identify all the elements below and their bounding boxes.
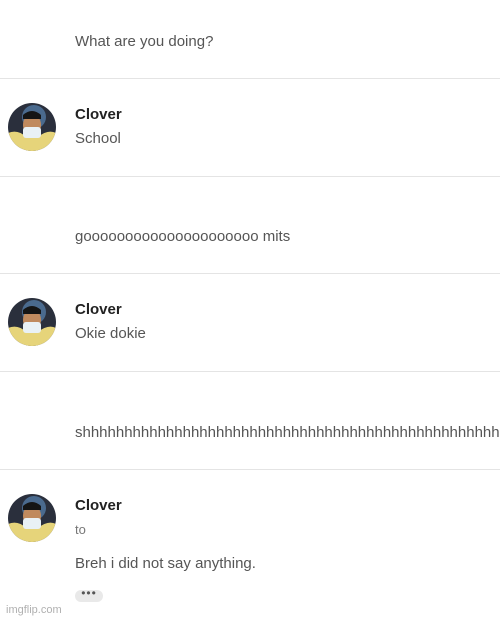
avatar[interactable] (8, 298, 56, 346)
avatar[interactable] (8, 103, 56, 151)
message-text: Breh i did not say anything. (75, 555, 256, 572)
sender-name[interactable]: Clover (75, 106, 122, 123)
watermark: imgflip.com (6, 604, 62, 616)
sender-name[interactable]: Clover (75, 301, 122, 318)
message-item: Clover School (0, 79, 500, 176)
message-item: shhhhhhhhhhhhhhhhhhhhhhhhhhhhhhhhhhhhhhh… (0, 372, 500, 469)
message-item: gooooooooooooooooooooo mits (0, 177, 500, 273)
message-text: What are you doing? (75, 33, 214, 50)
avatar-image (8, 298, 56, 346)
message-item: Clover Okie dokie (0, 274, 500, 371)
avatar[interactable] (8, 494, 56, 542)
message-text: Okie dokie (75, 325, 146, 342)
message-item: What are you doing? (0, 0, 500, 78)
more-options-button[interactable]: ••• (75, 587, 103, 602)
message-text: School (75, 130, 121, 147)
avatar-image (8, 494, 56, 542)
recipient-label: to (75, 522, 86, 537)
message-item: Clover to Breh i did not say anything. •… (0, 470, 500, 620)
sender-name[interactable]: Clover (75, 497, 122, 514)
message-text: shhhhhhhhhhhhhhhhhhhhhhhhhhhhhhhhhhhhhhh… (75, 424, 500, 441)
message-text: gooooooooooooooooooooo mits (75, 228, 291, 245)
avatar-image (8, 103, 56, 151)
message-feed: What are you doing? Clover School gooooo… (0, 0, 500, 620)
